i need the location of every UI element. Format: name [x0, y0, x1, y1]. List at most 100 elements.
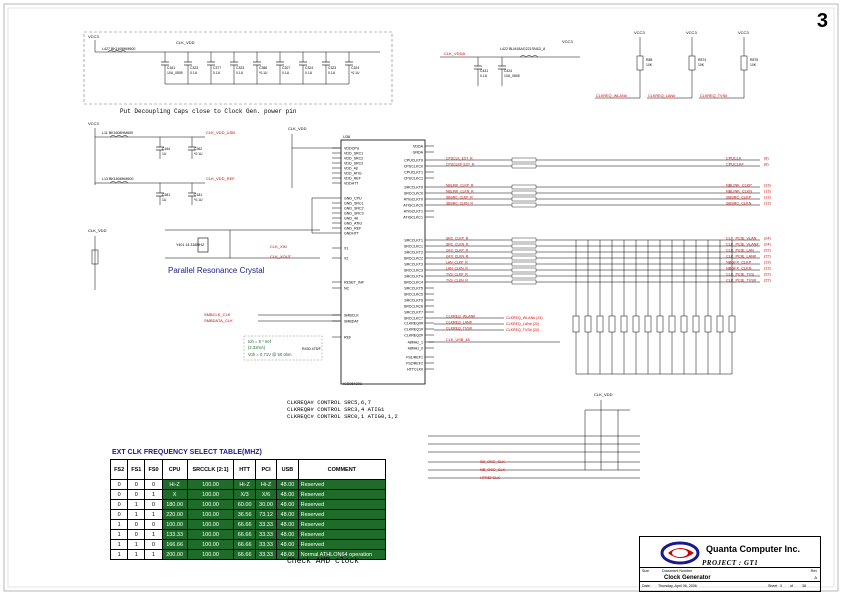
freq-cell: X/6 [254, 489, 278, 500]
freq-cell: 1 [144, 489, 163, 500]
freq-cell: 1 [109, 539, 129, 550]
capacitor-value: 1U [162, 198, 167, 202]
net-vcc3: VCC3 [562, 39, 573, 44]
ic-pin-label: SRCCLKC3 [404, 268, 423, 272]
date-row: Date: Thursday, April 06, 2006 Sheet 3 o… [640, 581, 820, 592]
table-row: 0 0 1 X 100.00 X/3 X/6 48.00 Reserved [109, 489, 387, 500]
voh-note: Voh = 0.71V @ 50 ohm [248, 352, 292, 357]
ic-pin-label: VDD_SRC3 [344, 161, 363, 165]
output-page: (24) [764, 242, 771, 246]
net-label: NBLINK_CLKN_R [446, 189, 474, 193]
capacitor-ref: C431 [480, 69, 488, 73]
resistor-pack [511, 196, 537, 202]
ic-pin-label: SRCCLKC4 [404, 280, 423, 284]
clkreq-net: CLKREQ_TVS# [700, 94, 728, 98]
output-page: (13) [764, 201, 771, 205]
inductor-l13: L13 BK1608HM600 [102, 177, 133, 181]
freq-cell: 0 [109, 509, 129, 520]
net-vcc3: VCC3 [634, 30, 645, 35]
freq-cell: 36.56 [233, 509, 256, 520]
freq-header-cell: FS0 [144, 459, 163, 480]
net-sb-osc: SB_OSC_CLK [480, 460, 505, 464]
freq-cell: 1 [127, 539, 146, 550]
ic-pin-label: SRCCLKT0 [404, 185, 423, 189]
inductor-l427: L427 BK1608HM600 [102, 47, 135, 51]
ic-pin-label: VDD_ATIG [344, 171, 362, 175]
ic-pin-label: SRCCLKT6 [404, 298, 423, 302]
capacitor-value: 10U_0805 [167, 71, 183, 75]
capacitor-value: 0.1U [282, 71, 290, 75]
ioh-note: (2.32mA) [248, 345, 266, 350]
output-net: CLK_PCIE_VLAN# [726, 242, 759, 246]
freq-cell: 0 [109, 499, 129, 510]
freq-cell: 33.33 [254, 529, 278, 540]
freq-cell: Reserved [297, 479, 387, 490]
ic-pin-label: VDDA [413, 144, 424, 148]
freq-cell: 0 [144, 519, 163, 530]
crystal-y401: Y401 14.318MHZ [176, 243, 205, 247]
net-label: SRC_CLKP_R [446, 236, 469, 240]
term-resistor [668, 315, 676, 333]
table-row: 1 1 0 166.66 100.00 66.66 33.33 48.00 Reserved [109, 539, 387, 550]
check-note: Check AMD clock [287, 557, 360, 566]
table-row: 1 0 1 133.33 100.00 66.66 33.33 48.00 Reserved [109, 529, 387, 540]
freq-cell: 1 [109, 519, 129, 530]
capacitor-value: 0.1U [480, 74, 488, 78]
net-clk-vdd-usb: CLK_VDD_USB [206, 130, 235, 135]
freq-cell: 48.00 [276, 499, 299, 510]
freq-cell: 100.00 [186, 549, 235, 560]
ic-pin-label: CLKREQ2# [404, 333, 423, 337]
ic-pin-label: VDDCPU [344, 146, 360, 150]
freq-cell: 0 [109, 479, 129, 490]
freq-cell: 0 [144, 479, 163, 490]
freq-cell: 200.00 [161, 549, 188, 560]
capacitor-ref: C324 [351, 66, 359, 70]
net-smbclk: SMBCLK_CLK [204, 312, 231, 317]
freq-header-cell: FS2 [109, 459, 129, 480]
freq-header-cell: FS1 [127, 459, 146, 480]
title-row: Size Document Number Clock Generator Rev… [640, 567, 820, 582]
output-page: (13) [764, 260, 771, 264]
ic-pin-label: X2 [344, 256, 348, 260]
ic-pin-label: X1 [344, 246, 348, 250]
ic-pin-label: ATIGCLKT1 [404, 209, 423, 213]
output-net: NBGFX_CLKN [726, 266, 752, 270]
capacitor-ref: C381 [162, 193, 170, 197]
freq-select-table: FS2 FS1 FS0 CPU SRCCLK [2:1] HTT PCI USB COMMENT… [109, 459, 387, 560]
capacitor-value: *0.1U [259, 71, 268, 75]
term-resistor [596, 315, 604, 333]
capacitor-value: 0.1U [328, 71, 336, 75]
freq-cell: 73.12 [254, 509, 278, 520]
freq-cell: 60.00 [233, 499, 256, 510]
ic-pin-label: CLKREQ0# [404, 321, 423, 325]
term-resistor [584, 315, 592, 333]
ic-pin-label: FS1/REF1 [406, 355, 423, 359]
freq-cell: Hi-Z [233, 479, 256, 490]
net-label: CPUCLK_EXT_R [446, 156, 473, 160]
resistor-pack [511, 184, 537, 190]
size-label: Size [642, 569, 649, 573]
table-row: 1 0 0 100.00 100.00 66.66 33.33 48.00 Reserved [109, 519, 387, 530]
ic-pin-label: SRCCLKT5 [404, 286, 423, 290]
freq-cell: Reserved [297, 519, 387, 530]
ic-pin-label: FS2/REF2 [406, 361, 423, 365]
freq-cell: Reserved [297, 509, 387, 520]
freq-cell: 1 [109, 529, 129, 540]
term-resistor [680, 315, 688, 333]
freq-header-cell: PCI [254, 459, 278, 480]
clkreq-output: CLKREQ_LAN# (22) [506, 322, 539, 326]
freq-cell: 220.00 [161, 509, 188, 520]
ic-pin-label: SRCCLKT2 [404, 250, 423, 254]
net-vcc3: VCC3 [88, 34, 99, 39]
capacitor-ref: C323 [328, 66, 336, 70]
net-nb-osc: NB_OSC_CLK [480, 468, 506, 472]
output-page: (13) [764, 266, 771, 270]
ic-pin-label: GND_SRC3 [344, 211, 364, 215]
inductor-l422: L422 BLM18AG221SN1D_8 [500, 47, 545, 51]
freq-cell: 1 [109, 549, 129, 560]
net-label: NBLINK_CLKP_R [446, 183, 474, 187]
net-clk-vdd-ref: CLK_VDD_REF [206, 176, 235, 181]
clkreq-net: CLKREQ_WLAN# [596, 94, 628, 98]
freq-cell: 0 [127, 479, 146, 490]
net-vcc3: VCC3 [88, 121, 99, 126]
